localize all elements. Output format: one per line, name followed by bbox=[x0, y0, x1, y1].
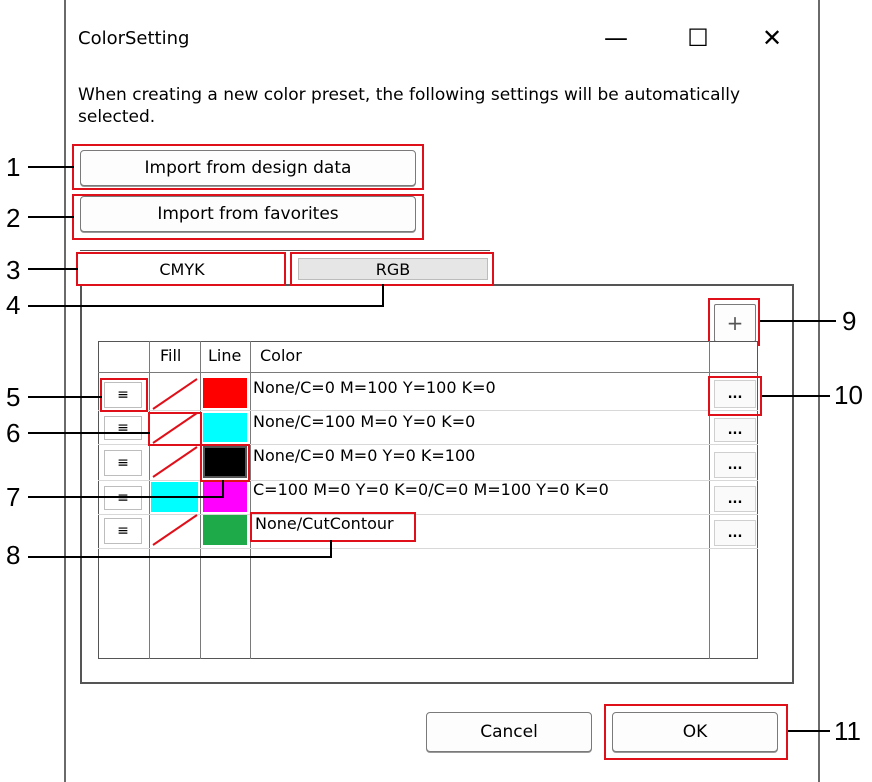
callout-number-9: 9 bbox=[842, 306, 857, 336]
leader-line-7-vertical bbox=[222, 480, 224, 498]
leader-line-3 bbox=[28, 268, 78, 270]
callout-box-11 bbox=[604, 704, 788, 760]
more-button[interactable]: ... bbox=[714, 486, 756, 512]
line-swatch bbox=[203, 413, 247, 442]
callout-number-4: 4 bbox=[6, 290, 21, 320]
more-button[interactable]: ... bbox=[714, 520, 756, 546]
leader-line-8-vertical bbox=[330, 540, 332, 558]
callout-number-5: 5 bbox=[6, 382, 21, 412]
color-text: None/C=0 M=100 Y=100 K=0 bbox=[253, 378, 496, 397]
line-swatch bbox=[203, 378, 247, 408]
cancel-button[interactable]: Cancel bbox=[426, 712, 592, 752]
leader-line-6 bbox=[28, 432, 150, 434]
color-text: C=100 M=0 Y=0 K=0/C=0 M=100 Y=0 K=0 bbox=[253, 480, 609, 499]
leader-line-4-vertical bbox=[382, 284, 384, 307]
header-divider bbox=[98, 372, 758, 373]
fill-none-icon bbox=[152, 514, 198, 546]
col-divider-3 bbox=[250, 341, 251, 659]
callout-number-7: 7 bbox=[6, 482, 21, 512]
tab-strip-line bbox=[80, 250, 490, 251]
callout-box-9 bbox=[708, 298, 760, 346]
callout-box-7 bbox=[200, 444, 250, 482]
row-divider bbox=[98, 548, 758, 549]
leader-line-5 bbox=[28, 396, 102, 398]
minimize-icon[interactable]: — bbox=[598, 26, 634, 50]
callout-box-2 bbox=[72, 194, 424, 240]
col-divider-2 bbox=[200, 341, 201, 659]
callout-number-2: 2 bbox=[6, 203, 21, 233]
row-handle-button[interactable]: ≡ bbox=[104, 486, 142, 510]
more-button[interactable]: ... bbox=[714, 452, 756, 478]
callout-number-6: 6 bbox=[6, 418, 21, 448]
callout-box-4 bbox=[290, 252, 494, 286]
callout-box-3 bbox=[76, 252, 286, 286]
header-line: Line bbox=[208, 346, 242, 365]
callout-box-10 bbox=[708, 376, 762, 416]
leader-line-7 bbox=[28, 496, 224, 498]
callout-box-5 bbox=[100, 378, 148, 412]
window-right-edge bbox=[818, 0, 820, 782]
callout-number-10: 10 bbox=[834, 380, 863, 410]
fill-none-icon bbox=[152, 378, 198, 410]
color-text: None/C=0 M=0 Y=0 K=100 bbox=[253, 446, 476, 465]
leader-line-9 bbox=[760, 320, 836, 322]
color-text: None/C=100 M=0 Y=0 K=0 bbox=[253, 412, 476, 431]
row-handle-button[interactable]: ≡ bbox=[104, 450, 142, 476]
callout-number-3: 3 bbox=[6, 255, 21, 285]
maximize-icon[interactable]: ☐ bbox=[680, 26, 716, 50]
row-divider bbox=[98, 410, 758, 411]
callout-box-8 bbox=[250, 512, 416, 542]
leader-line-10 bbox=[762, 395, 830, 397]
callout-box-6 bbox=[148, 412, 202, 446]
close-icon[interactable]: ✕ bbox=[754, 26, 790, 50]
leader-line-2 bbox=[28, 216, 74, 218]
callout-number-1: 1 bbox=[6, 152, 21, 182]
leader-line-11 bbox=[788, 730, 830, 732]
leader-line-1 bbox=[28, 166, 74, 168]
header-fill: Fill bbox=[160, 346, 182, 365]
row-handle-button[interactable]: ≡ bbox=[104, 416, 142, 440]
header-color: Color bbox=[260, 346, 302, 365]
leader-line-8 bbox=[28, 556, 332, 558]
callout-number-8: 8 bbox=[6, 540, 21, 570]
line-swatch bbox=[203, 515, 247, 545]
fill-none-icon bbox=[152, 446, 198, 478]
leader-line-4 bbox=[28, 305, 384, 307]
callout-box-1 bbox=[72, 144, 424, 190]
window-left-edge bbox=[64, 0, 66, 782]
row-handle-button[interactable]: ≡ bbox=[104, 518, 142, 544]
col-divider-1 bbox=[149, 341, 150, 659]
description-text: When creating a new color preset, the fo… bbox=[78, 85, 741, 127]
window-title: ColorSetting bbox=[78, 28, 190, 49]
callout-number-11: 11 bbox=[834, 716, 861, 746]
more-button[interactable]: ... bbox=[714, 418, 756, 442]
